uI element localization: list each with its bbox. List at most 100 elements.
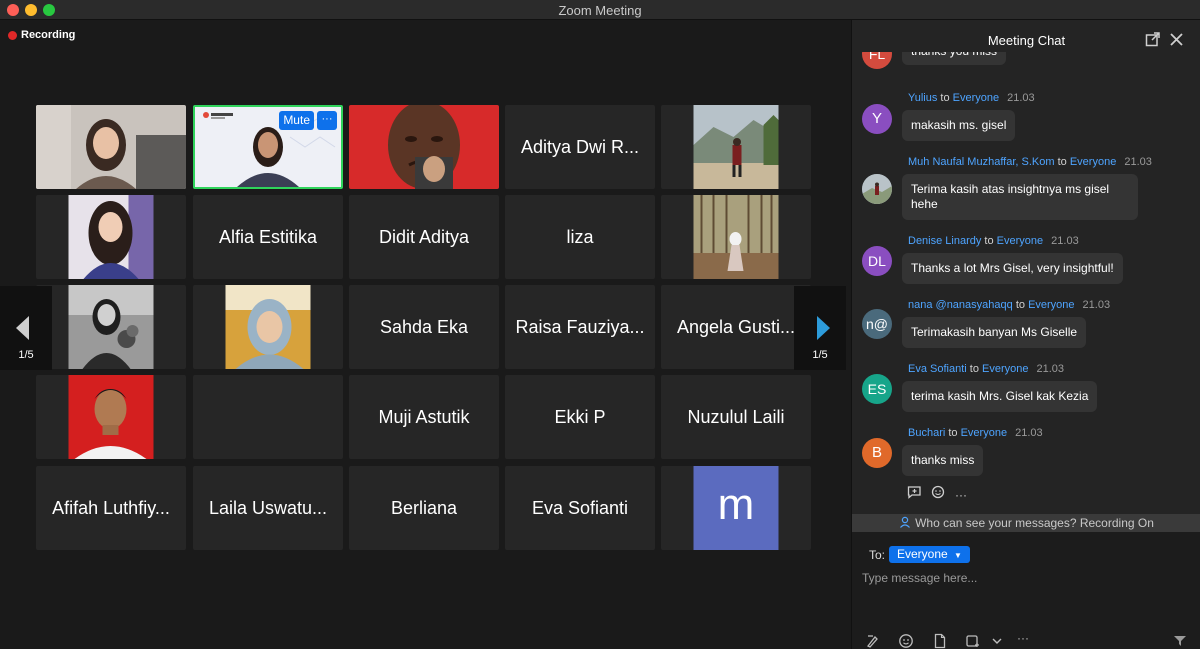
participant-tile[interactable]: Aditya Dwi R... bbox=[505, 105, 655, 189]
to-word: to bbox=[937, 92, 953, 104]
sender-name[interactable]: Buchari bbox=[908, 427, 945, 439]
chat-compose: To: Everyone ▼ ··· bbox=[852, 532, 1200, 649]
message-bubble: makasih ms. gisel bbox=[902, 110, 1016, 141]
participant-tile[interactable]: m bbox=[661, 466, 811, 550]
avatar-letter: m bbox=[717, 480, 755, 529]
sender-avatar[interactable] bbox=[862, 174, 892, 204]
participant-tile[interactable] bbox=[36, 105, 186, 189]
send-icon[interactable] bbox=[1172, 633, 1188, 649]
file-icon[interactable] bbox=[932, 633, 948, 649]
participant-name: Didit Aditya bbox=[378, 226, 470, 247]
participant-tile[interactable]: Eva Sofianti bbox=[505, 466, 655, 550]
message-meta: Muh Naufal Muzhaffar, S.Kom to Everyone 2… bbox=[908, 156, 1152, 168]
to-word: to bbox=[981, 235, 997, 247]
participant-photo bbox=[693, 105, 779, 189]
participant-tile[interactable] bbox=[36, 285, 186, 369]
format-icon[interactable] bbox=[865, 633, 881, 649]
participant-tile[interactable] bbox=[661, 195, 811, 279]
to-word: to bbox=[1054, 156, 1070, 168]
participant-tile[interactable]: Raisa Fauziya... bbox=[505, 285, 655, 369]
close-icon[interactable] bbox=[1169, 32, 1184, 47]
message-meta: nana @nanasyahaqq to Everyone 21.03 bbox=[908, 299, 1110, 311]
participant-name: Raisa Fauziya... bbox=[515, 316, 645, 337]
emoji-reaction-icon[interactable] bbox=[931, 485, 946, 504]
emoji-icon[interactable] bbox=[898, 633, 914, 649]
sender-avatar[interactable]: Y bbox=[862, 104, 892, 134]
message-bubble: thanks miss bbox=[902, 445, 984, 476]
previous-page-button[interactable]: 1/5 bbox=[0, 286, 52, 370]
participant-tile[interactable]: Ekki P bbox=[505, 375, 655, 459]
participant-name: liza bbox=[566, 226, 594, 247]
sender-name[interactable]: Eva Sofianti bbox=[908, 363, 967, 375]
participant-tile[interactable]: Laila Uswatu... bbox=[193, 466, 343, 550]
participant-name: Sahda Eka bbox=[379, 316, 469, 337]
to-label: To: bbox=[869, 548, 886, 562]
participant-tile[interactable]: Nuzulul Laili bbox=[661, 375, 811, 459]
participant-tile[interactable]: Didit Aditya bbox=[349, 195, 499, 279]
chevron-down-icon[interactable] bbox=[989, 633, 1005, 649]
participant-tile[interactable] bbox=[661, 105, 811, 189]
participant-tile[interactable] bbox=[193, 285, 343, 369]
message-time: 21.03 bbox=[1007, 92, 1035, 104]
participant-tile[interactable]: Muji Astutik bbox=[349, 375, 499, 459]
recording-label: Recording bbox=[21, 29, 76, 41]
sender-avatar[interactable]: DL bbox=[862, 246, 892, 276]
participant-tile[interactable]: Mute ··· bbox=[193, 105, 343, 189]
participant-tile[interactable] bbox=[36, 375, 186, 459]
sender-avatar[interactable]: FL bbox=[862, 52, 892, 69]
page-indicator-right: 1/5 bbox=[812, 349, 828, 361]
participant-tile[interactable]: Afifah Luthfiy... bbox=[36, 466, 186, 550]
participant-tile[interactable]: liza bbox=[505, 195, 655, 279]
participant-photo bbox=[68, 195, 154, 279]
participant-name: Laila Uswatu... bbox=[208, 497, 328, 518]
recipient-name: Everyone bbox=[996, 235, 1044, 247]
next-page-button[interactable]: 1/5 bbox=[794, 286, 846, 370]
mute-participant-button[interactable]: Mute bbox=[279, 111, 314, 130]
page-indicator-left: 1/5 bbox=[18, 349, 34, 361]
screenshot-icon[interactable] bbox=[965, 633, 981, 649]
message-time: 21.03 bbox=[1015, 427, 1043, 439]
message-bubble: Thanks a lot Mrs Gisel, very insightful! bbox=[902, 253, 1123, 284]
participant-tile[interactable] bbox=[193, 375, 343, 459]
participant-name: Eva Sofianti bbox=[531, 497, 629, 518]
message-meta: Buchari to Everyone 21.03 bbox=[908, 427, 1043, 439]
participant-name: Nuzulul Laili bbox=[687, 406, 785, 427]
more-options-button[interactable]: ··· bbox=[317, 111, 337, 130]
popout-icon[interactable] bbox=[1145, 32, 1160, 47]
sender-name[interactable]: Muh Naufal Muzhaffar, S.Kom bbox=[908, 156, 1055, 168]
participant-letter-avatar: m bbox=[693, 466, 779, 550]
sender-name[interactable]: nana @nanasyahaqq bbox=[908, 299, 1013, 311]
chat-messages: FL thanks you miss Y Yulius to Everyone 21.0… bbox=[852, 52, 1200, 514]
participant-tile[interactable]: Angela Gusti... bbox=[661, 285, 811, 369]
sender-name[interactable]: Yulius bbox=[908, 92, 937, 104]
sender-avatar[interactable]: B bbox=[862, 438, 892, 468]
participant-tile[interactable] bbox=[36, 195, 186, 279]
sender-avatar[interactable]: ES bbox=[862, 374, 892, 404]
sender-name[interactable]: Denise Linardy bbox=[908, 235, 981, 247]
message-time: 21.03 bbox=[1051, 235, 1079, 247]
participant-name: Muji Astutik bbox=[378, 406, 470, 427]
more-tools-icon[interactable]: ··· bbox=[1017, 631, 1037, 647]
recipient-name: Everyone bbox=[952, 92, 1000, 104]
message-actions: ··· bbox=[907, 485, 976, 504]
participant-photo bbox=[68, 375, 154, 459]
participant-tile[interactable] bbox=[349, 105, 499, 189]
recipient-select[interactable]: Everyone ▼ bbox=[889, 546, 970, 563]
recipient-name: Everyone bbox=[1028, 299, 1075, 311]
participant-photo bbox=[68, 285, 154, 369]
message-time: 21.03 bbox=[1124, 156, 1152, 168]
message-bubble: Terima kasih atas insightnya ms gisel he… bbox=[902, 174, 1138, 220]
gallery-view: Recording Mute ··· Aditya Dwi R... Alfia Es… bbox=[0, 20, 851, 649]
message-input[interactable] bbox=[862, 568, 1182, 588]
participant-tile[interactable]: Alfia Estitika bbox=[193, 195, 343, 279]
message-bubble: terima kasih Mrs. Gisel kak Kezia bbox=[902, 381, 1098, 412]
recipient-name: Everyone bbox=[960, 427, 1008, 439]
reply-icon[interactable] bbox=[907, 485, 922, 504]
participant-tile[interactable]: Berliana bbox=[349, 466, 499, 550]
recording-notice[interactable]: Who can see your messages? Recording On bbox=[852, 514, 1200, 532]
message-meta: Denise Linardy to Everyone 21.03 bbox=[908, 235, 1079, 247]
message-meta: Yulius to Everyone 21.03 bbox=[908, 92, 1035, 104]
more-actions-icon[interactable]: ··· bbox=[955, 488, 967, 502]
sender-avatar[interactable]: n@ bbox=[862, 309, 892, 339]
participant-tile[interactable]: Sahda Eka bbox=[349, 285, 499, 369]
